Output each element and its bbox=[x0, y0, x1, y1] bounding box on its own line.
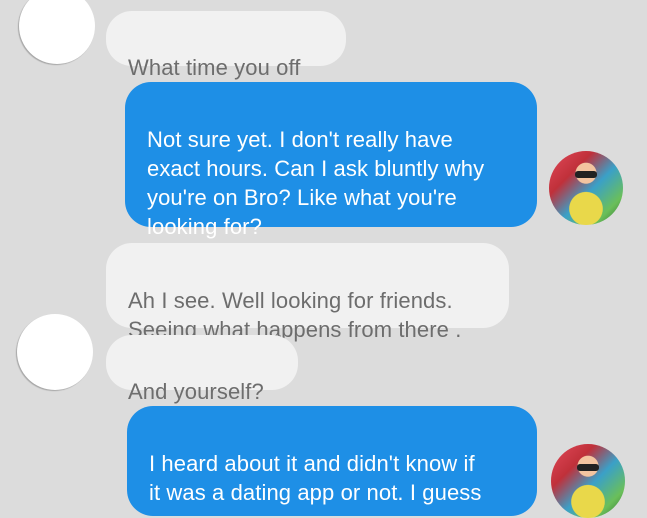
avatar-photo-detail bbox=[577, 464, 599, 471]
message-bubble-outgoing[interactable]: Not sure yet. I don't really have exact … bbox=[125, 82, 537, 239]
message-bubble-incoming[interactable]: And yourself? bbox=[106, 335, 298, 404]
message-text: Ah I see. Well looking for friends. Seei… bbox=[128, 288, 462, 342]
message-bubble-incoming[interactable]: Ah I see. Well looking for friends. Seei… bbox=[106, 243, 509, 342]
contact-avatar[interactable] bbox=[17, 314, 93, 390]
message-bubble-outgoing[interactable]: I heard about it and didn't know if it w… bbox=[127, 406, 537, 516]
avatar-photo-detail bbox=[575, 171, 597, 178]
message-text: What time you off bbox=[128, 55, 301, 80]
message-text: Not sure yet. I don't really have exact … bbox=[147, 127, 485, 239]
message-bubble-incoming[interactable]: What time you off bbox=[106, 11, 346, 80]
contact-avatar[interactable] bbox=[19, 0, 95, 64]
message-text: And yourself? bbox=[128, 379, 264, 404]
user-avatar[interactable] bbox=[549, 151, 623, 225]
user-avatar[interactable] bbox=[551, 444, 625, 518]
message-text: I heard about it and didn't know if it w… bbox=[149, 451, 482, 505]
